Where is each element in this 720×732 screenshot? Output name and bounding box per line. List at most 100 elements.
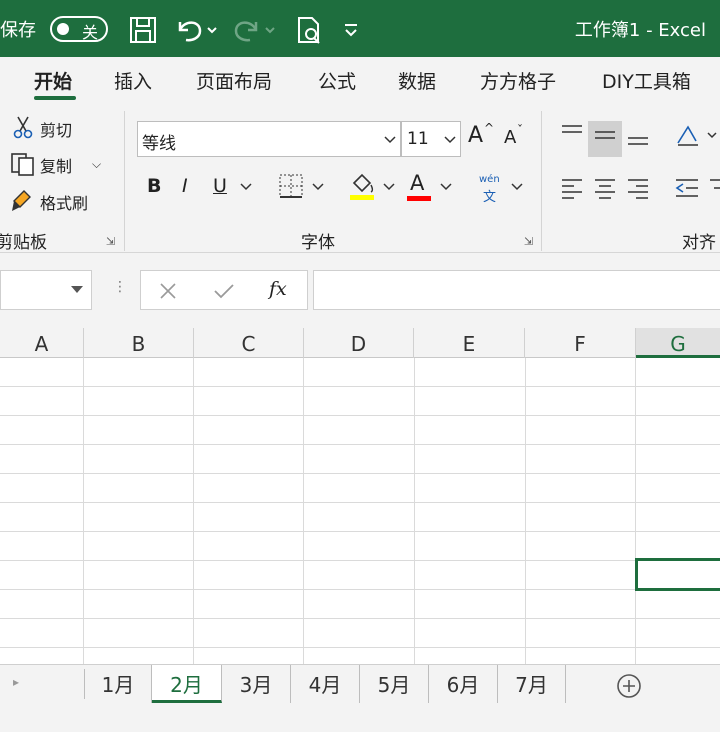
sheet-tab-3[interactable]: 3月 — [222, 665, 291, 703]
column-header-a[interactable]: A — [0, 328, 84, 358]
column-header-c[interactable]: C — [194, 328, 304, 358]
column-header-b[interactable]: B — [84, 328, 194, 358]
clipboard-launcher-icon[interactable]: ⇲ — [106, 235, 115, 248]
grow-font-button[interactable]: A — [468, 123, 483, 148]
font-name-combo[interactable]: 等线 — [137, 121, 401, 157]
tab-diy-toolbox[interactable]: DIY工具箱 — [602, 67, 691, 94]
chevron-down-icon[interactable] — [444, 136, 456, 144]
undo-icon[interactable] — [174, 14, 222, 46]
font-size-combo[interactable]: 11 — [401, 121, 461, 157]
align-center-icon[interactable] — [593, 177, 617, 199]
align-top-icon[interactable] — [560, 123, 584, 143]
borders-dropdown-icon[interactable] — [312, 183, 324, 191]
formula-buttons: fx — [140, 270, 308, 310]
insert-function-button[interactable]: fx — [269, 278, 287, 300]
grid-line — [0, 560, 720, 561]
sheet-tab-6[interactable]: 6月 — [429, 665, 498, 703]
customize-toolbar-icon[interactable] — [340, 14, 362, 46]
clipboard-group-label: 剪贴板 — [0, 233, 47, 253]
formula-bar-grip-icon[interactable]: ⋮ — [113, 279, 127, 295]
copy-button[interactable]: 复制 — [40, 153, 72, 177]
add-sheet-icon[interactable] — [616, 673, 642, 699]
scissors-icon — [13, 116, 33, 139]
ribbon: 剪切 复制 ⌵ 格式刷 剪贴板 ⇲ 等线 11 A ^ A ˇ B I U A … — [0, 103, 720, 253]
name-box-dropdown-icon[interactable] — [71, 286, 83, 294]
scroll-tabs-right-icon[interactable]: ▸ — [13, 675, 19, 689]
redo-icon[interactable] — [232, 14, 280, 46]
fill-color-icon[interactable] — [348, 171, 376, 201]
tab-data[interactable]: 数据 — [398, 67, 436, 94]
font-size-value: 11 — [407, 129, 429, 149]
format-painter-icon — [12, 190, 31, 211]
column-header-g[interactable]: G — [636, 328, 720, 358]
tab-insert[interactable]: 插入 — [114, 67, 152, 94]
grid-line — [0, 502, 720, 503]
column-header-e[interactable]: E — [414, 328, 525, 358]
align-middle-icon[interactable] — [593, 129, 617, 149]
cell-grid[interactable] — [0, 358, 720, 664]
tab-fangfang[interactable]: 方方格子 — [480, 67, 556, 94]
decrease-indent-icon[interactable] — [674, 177, 720, 199]
copy-icon — [11, 153, 34, 176]
sheet-tab-bar: ▸ 1月 2月 3月 4月 5月 6月 7月 — [0, 664, 720, 732]
font-launcher-icon[interactable]: ⇲ — [524, 235, 533, 248]
sheet-tab-7[interactable]: 7月 — [498, 665, 566, 703]
orientation-icon[interactable] — [674, 123, 720, 149]
font-color-swatch — [407, 196, 431, 201]
sheet-tab-2[interactable]: 2月 — [152, 665, 222, 703]
align-left-icon[interactable] — [560, 177, 584, 199]
shrink-font-button[interactable]: A — [504, 127, 516, 148]
title-bar: 保存 关 工作簿1 - Excel — [0, 0, 720, 57]
grow-font-caret-icon: ^ — [484, 121, 495, 135]
autosave-toggle[interactable]: 关 — [50, 16, 108, 42]
column-headers: A B C D E F G — [0, 328, 720, 358]
print-preview-icon[interactable] — [294, 14, 324, 46]
font-color-button[interactable]: A — [410, 171, 424, 195]
window-title: 工作簿1 - Excel — [574, 20, 706, 41]
cut-button[interactable]: 剪切 — [40, 117, 72, 141]
shrink-font-caret-icon: ˇ — [517, 123, 523, 137]
column-header-d[interactable]: D — [304, 328, 414, 358]
grid-line — [0, 589, 720, 590]
tab-home[interactable]: 开始 — [34, 67, 72, 94]
bold-button[interactable]: B — [147, 175, 161, 197]
font-name-value: 等线 — [142, 134, 176, 154]
separator — [541, 111, 542, 251]
sheet-tab-1[interactable]: 1月 — [85, 665, 152, 703]
chevron-down-icon[interactable] — [384, 136, 396, 144]
alignment-group-label: 对齐 — [682, 233, 716, 253]
save-icon[interactable] — [128, 14, 158, 46]
tab-formulas[interactable]: 公式 — [318, 67, 356, 94]
fill-color-dropdown-icon[interactable] — [383, 183, 395, 191]
format-painter-button[interactable]: 格式刷 — [40, 190, 88, 214]
align-bottom-icon[interactable] — [626, 135, 650, 155]
formula-bar: ⋮ fx — [0, 253, 720, 328]
toggle-state: 关 — [82, 23, 99, 42]
copy-dropdown-icon[interactable]: ⌵ — [92, 157, 101, 172]
phonetic-guide-char: 文 — [483, 190, 497, 205]
grid-line — [0, 473, 720, 474]
formula-input[interactable] — [313, 270, 720, 310]
name-box[interactable] — [0, 270, 92, 310]
grid-line — [0, 647, 720, 648]
grid-line — [0, 415, 720, 416]
underline-dropdown-icon[interactable] — [240, 183, 252, 191]
active-tab-indicator — [34, 96, 76, 100]
sheet-tab-5[interactable]: 5月 — [360, 665, 429, 703]
italic-button[interactable]: I — [182, 175, 188, 197]
enter-icon[interactable] — [213, 282, 235, 300]
tab-page-layout[interactable]: 页面布局 — [196, 67, 272, 94]
phonetic-guide-pinyin[interactable]: wén — [479, 174, 500, 185]
font-color-dropdown-icon[interactable] — [440, 183, 452, 191]
underline-button[interactable]: U — [213, 175, 227, 197]
active-cell[interactable] — [635, 558, 720, 591]
cancel-icon[interactable] — [159, 282, 177, 300]
sheet-tab-4[interactable]: 4月 — [291, 665, 360, 703]
phonetic-dropdown-icon[interactable] — [511, 183, 523, 191]
grid-line — [0, 531, 720, 532]
separator — [124, 111, 125, 251]
column-header-f[interactable]: F — [525, 328, 636, 358]
borders-icon[interactable] — [278, 173, 304, 199]
align-right-icon[interactable] — [626, 177, 650, 199]
ribbon-tabs: 开始 插入 页面布局 公式 数据 方方格子 DIY工具箱 — [0, 57, 720, 103]
